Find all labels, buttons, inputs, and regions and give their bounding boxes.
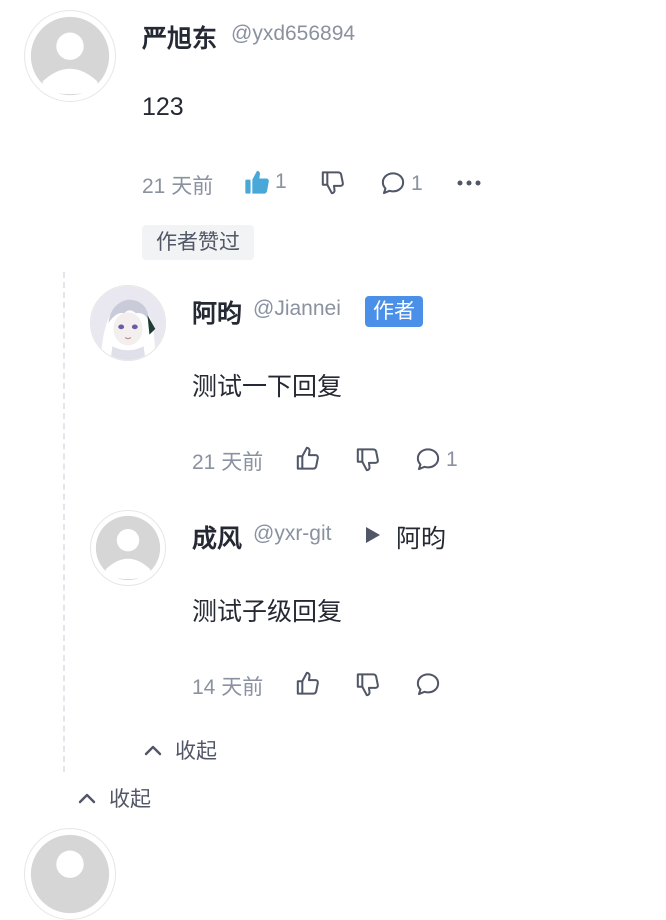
reply-content: 测试一下回复 — [192, 373, 343, 401]
thread-line — [63, 272, 65, 772]
collapse-label: 收起 — [109, 788, 151, 811]
thumb-up-icon — [296, 446, 319, 470]
comment-icon — [381, 172, 405, 195]
default-avatar-icon — [95, 515, 161, 581]
thumb-down-icon — [356, 673, 379, 697]
reply-author-handle[interactable]: @yxr-git — [253, 522, 331, 546]
default-avatar-icon — [30, 834, 110, 914]
more-button[interactable] — [455, 174, 483, 192]
dislike-button[interactable] — [320, 169, 347, 196]
liked-by-author-tag: 作者赞过 — [142, 225, 254, 260]
anime-avatar-icon — [91, 286, 165, 360]
reply-time: 14 天前 — [192, 676, 264, 699]
like-button[interactable]: 1 — [243, 168, 287, 196]
comment-author-name[interactable]: 严旭东 — [142, 19, 217, 55]
reply-button[interactable]: 1 — [379, 170, 423, 197]
reply-count: 1 — [411, 171, 423, 195]
avatar[interactable] — [24, 828, 116, 920]
reply-avatar[interactable] — [90, 510, 166, 586]
chevron-up-icon — [78, 793, 96, 804]
comment-author-handle[interactable]: @yxd656894 — [231, 22, 355, 46]
comment-content: 123 — [142, 93, 184, 121]
thumb-up-filled-icon — [245, 170, 269, 194]
reply-avatar[interactable] — [90, 285, 166, 361]
reply-author-handle[interactable]: @Jiannei — [253, 297, 341, 321]
more-icon — [457, 180, 481, 186]
reply-dislike-button[interactable] — [355, 446, 382, 473]
thumb-down-icon — [356, 448, 379, 472]
author-badge: 作者 — [365, 296, 423, 327]
reply-like-button[interactable] — [295, 445, 322, 472]
reply-author-name[interactable]: 阿昀 — [192, 294, 242, 330]
comment-icon — [416, 448, 440, 471]
reply-reply-button[interactable]: 1 — [414, 446, 458, 473]
reply-reply-button[interactable] — [414, 671, 442, 698]
chevron-up-icon — [144, 745, 162, 756]
thumb-up-icon — [296, 671, 319, 695]
reply-to-name[interactable]: 阿昀 — [396, 519, 446, 555]
like-count: 1 — [275, 170, 287, 193]
reply-time: 21 天前 — [192, 451, 264, 474]
comment-time: 21 天前 — [142, 175, 214, 198]
thumb-down-icon — [321, 171, 344, 195]
default-avatar-icon — [30, 16, 110, 96]
collapse-thread-button[interactable]: 收起 — [77, 783, 151, 813]
comment-icon — [416, 673, 440, 696]
avatar[interactable] — [24, 10, 116, 102]
reply-content: 测试子级回复 — [192, 598, 343, 626]
collapse-label: 收起 — [175, 740, 217, 763]
reply-dislike-button[interactable] — [355, 671, 382, 698]
play-triangle-icon — [366, 527, 380, 543]
collapse-replies-button[interactable]: 收起 — [143, 735, 217, 765]
reply-author-name[interactable]: 成风 — [192, 519, 242, 555]
reply-like-button[interactable] — [295, 670, 322, 697]
reply-reply-count: 1 — [446, 447, 458, 471]
